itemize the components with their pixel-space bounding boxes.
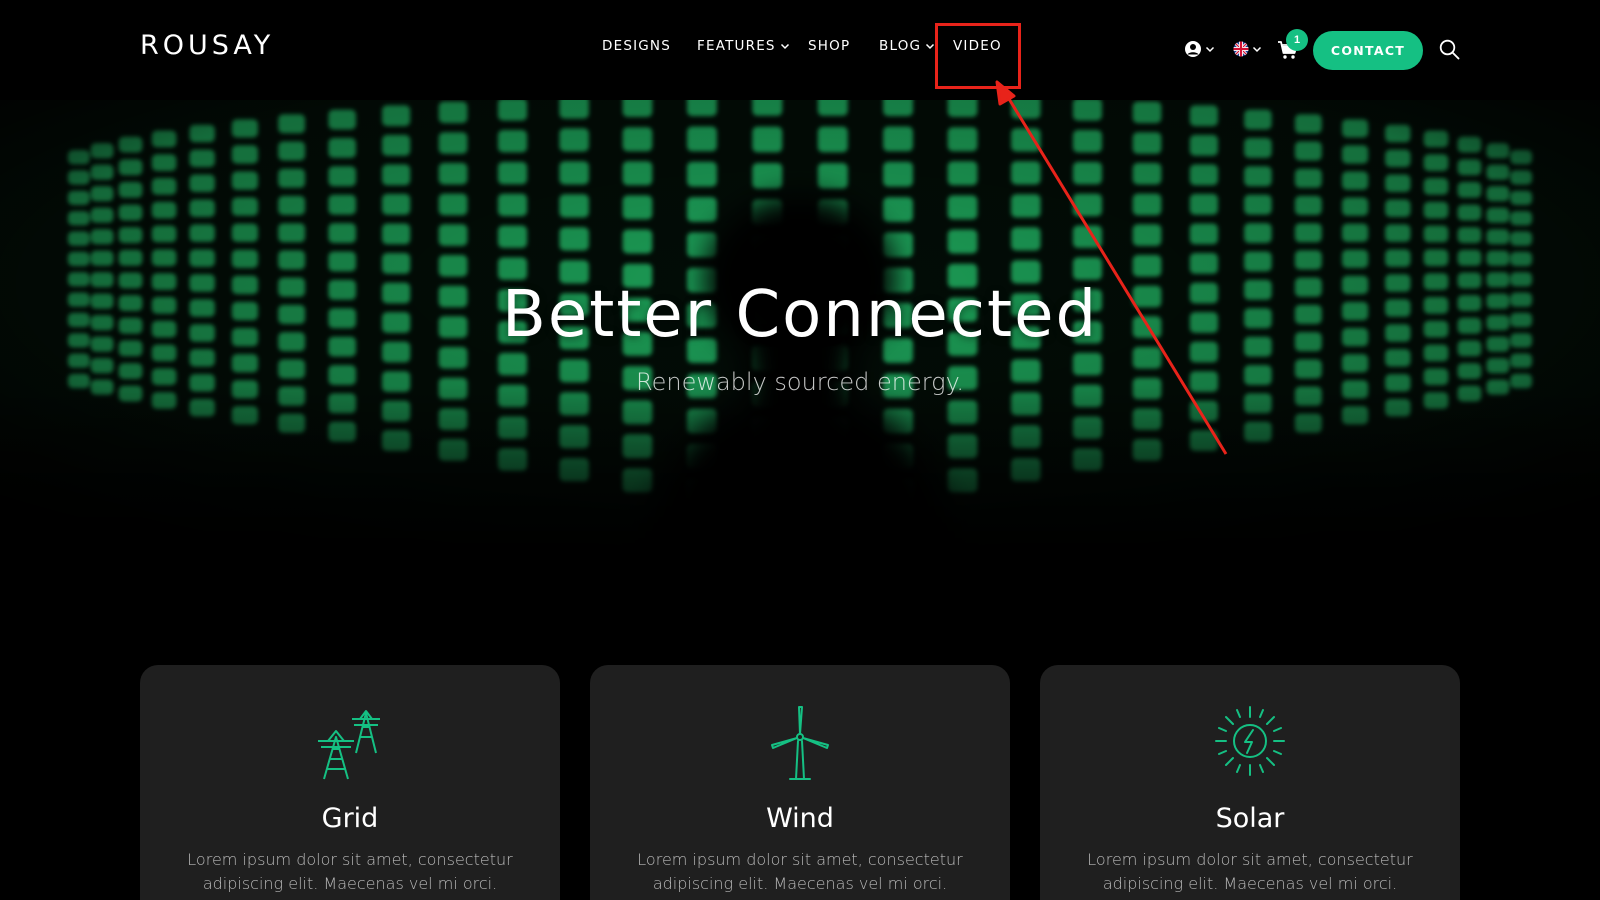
uk-flag-icon <box>1233 41 1249 57</box>
account-menu[interactable] <box>1184 40 1215 58</box>
hero-section: Better Connected Renewably sourced energ… <box>0 100 1600 560</box>
card-title: Solar <box>1215 803 1285 834</box>
card-title: Grid <box>321 803 379 834</box>
card-wind[interactable]: Wind Lorem ipsum dolor sit amet, consect… <box>590 665 1010 900</box>
card-solar[interactable]: Solar Lorem ipsum dolor sit amet, consec… <box>1040 665 1460 900</box>
chevron-down-icon <box>926 43 935 50</box>
chevron-down-icon <box>1205 46 1215 53</box>
nav-designs-label: DESIGNS <box>602 38 672 54</box>
site-header: ROUSAY DESIGNS FEATURES SHOP BLOG VIDEO <box>0 0 1600 100</box>
nav-features[interactable]: FEATURES <box>697 38 790 54</box>
card-text: Lorem ipsum dolor sit amet, consectetur … <box>187 850 513 893</box>
nav-blog[interactable]: BLOG <box>879 38 935 54</box>
search-button[interactable] <box>1439 39 1460 60</box>
nav-designs[interactable]: DESIGNS <box>602 38 671 54</box>
card-grid[interactable]: Grid Lorem ipsum dolor sit amet, consect… <box>140 665 560 900</box>
chevron-down-icon <box>780 43 789 50</box>
nav-blog-label: BLOG <box>879 38 922 54</box>
solar-sun-icon <box>1215 706 1285 776</box>
user-circle-icon <box>1185 41 1201 57</box>
card-text: Lorem ipsum dolor sit amet, consectetur … <box>637 850 963 893</box>
nav-shop-label: SHOP <box>808 38 851 54</box>
annotation-highlight-box <box>935 23 1021 89</box>
feature-cards: Grid Lorem ipsum dolor sit amet, consect… <box>0 665 1600 900</box>
hero-subtitle: Renewably sourced energy. <box>636 368 964 396</box>
chevron-down-icon <box>1252 46 1262 53</box>
wind-turbine-icon <box>771 706 829 780</box>
language-selector[interactable] <box>1233 41 1262 57</box>
card-title: Wind <box>766 803 834 834</box>
card-text: Lorem ipsum dolor sit amet, consectetur … <box>1087 850 1413 893</box>
site-logo[interactable]: ROUSAY <box>140 30 274 61</box>
hero-title: Better Connected <box>501 278 1099 352</box>
cart-count-badge: 1 <box>1286 29 1308 51</box>
nav-features-label: FEATURES <box>697 38 776 54</box>
search-icon <box>1439 39 1460 60</box>
nav-shop[interactable]: SHOP <box>808 38 850 54</box>
power-grid-icon <box>318 710 380 780</box>
contact-button[interactable]: CONTACT <box>1313 31 1423 70</box>
